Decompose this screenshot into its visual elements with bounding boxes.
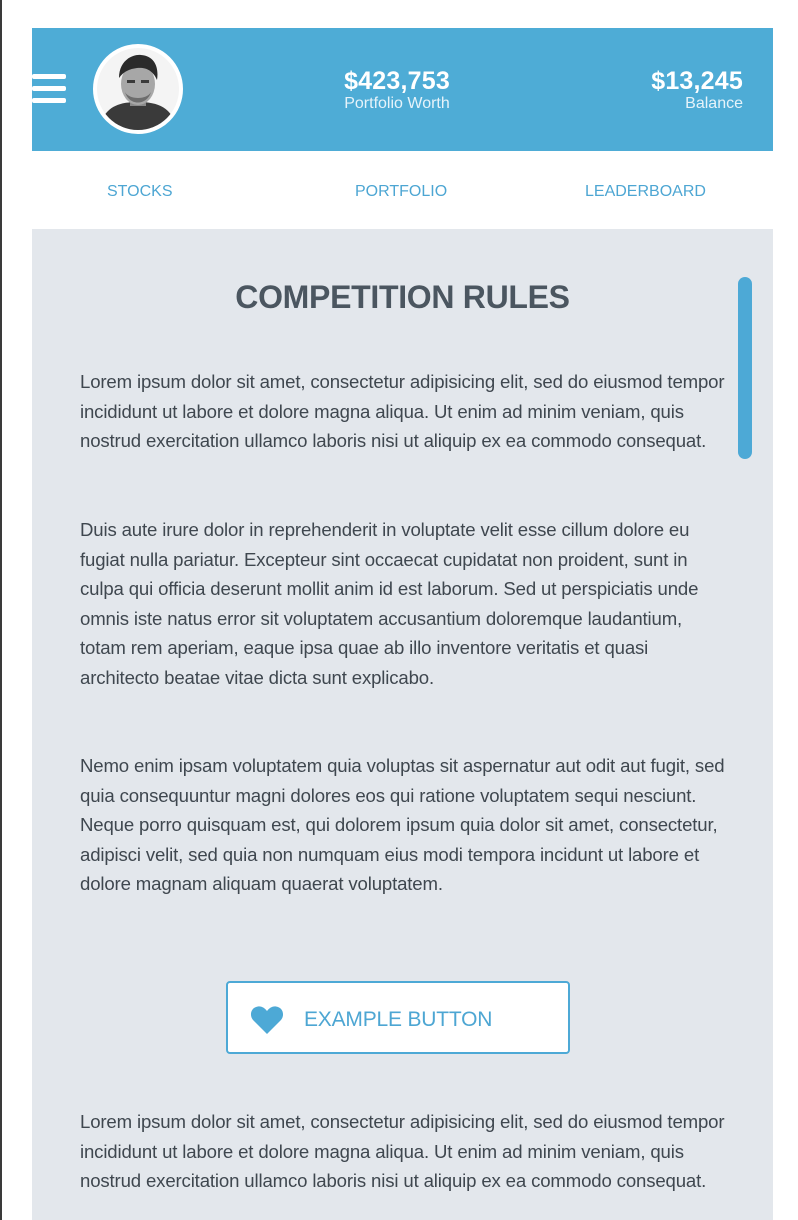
- portfolio-worth-stat: $423,753 Portfolio Worth: [324, 68, 470, 113]
- rules-paragraph: Lorem ipsum dolor sit amet, consectetur …: [80, 1111, 725, 1191]
- app: $423,753 Portfolio Worth $13,245 Balance…: [32, 28, 773, 1220]
- user-photo: [97, 48, 179, 130]
- balance-label: Balance: [685, 95, 743, 112]
- header-bar: $423,753 Portfolio Worth $13,245 Balance: [32, 28, 773, 151]
- rules-panel: COMPETITION RULES Lorem ipsum dolor sit …: [32, 229, 773, 1220]
- example-button-label: EXAMPLE BUTTON: [304, 1008, 493, 1031]
- example-button[interactable]: EXAMPLE BUTTON: [226, 981, 570, 1054]
- rules-paragraph: Duis aute irure dolor in reprehenderit i…: [80, 519, 699, 688]
- balance-value: $13,245: [651, 67, 743, 95]
- portfolio-worth-label: Portfolio Worth: [344, 95, 450, 112]
- portfolio-worth-value: $423,753: [344, 67, 450, 95]
- balance-stat: $13,245 Balance: [593, 68, 743, 113]
- rules-paragraph: Lorem ipsum dolor sit amet, consectetur …: [80, 371, 725, 451]
- hamburger-menu-icon[interactable]: [32, 74, 66, 104]
- nav-tabs: STOCKS PORTFOLIO LEADERBOARD: [32, 151, 773, 229]
- rules-paragraph: Nemo enim ipsam voluptatem quia voluptas…: [80, 755, 725, 894]
- heart-icon: [250, 1006, 284, 1034]
- page-title: COMPETITION RULES: [235, 279, 570, 315]
- avatar[interactable]: [93, 44, 183, 134]
- window-edge: [0, 0, 2, 1220]
- tab-leaderboard[interactable]: LEADERBOARD: [585, 151, 706, 229]
- tab-stocks[interactable]: STOCKS: [107, 151, 173, 229]
- tab-portfolio[interactable]: PORTFOLIO: [355, 151, 447, 229]
